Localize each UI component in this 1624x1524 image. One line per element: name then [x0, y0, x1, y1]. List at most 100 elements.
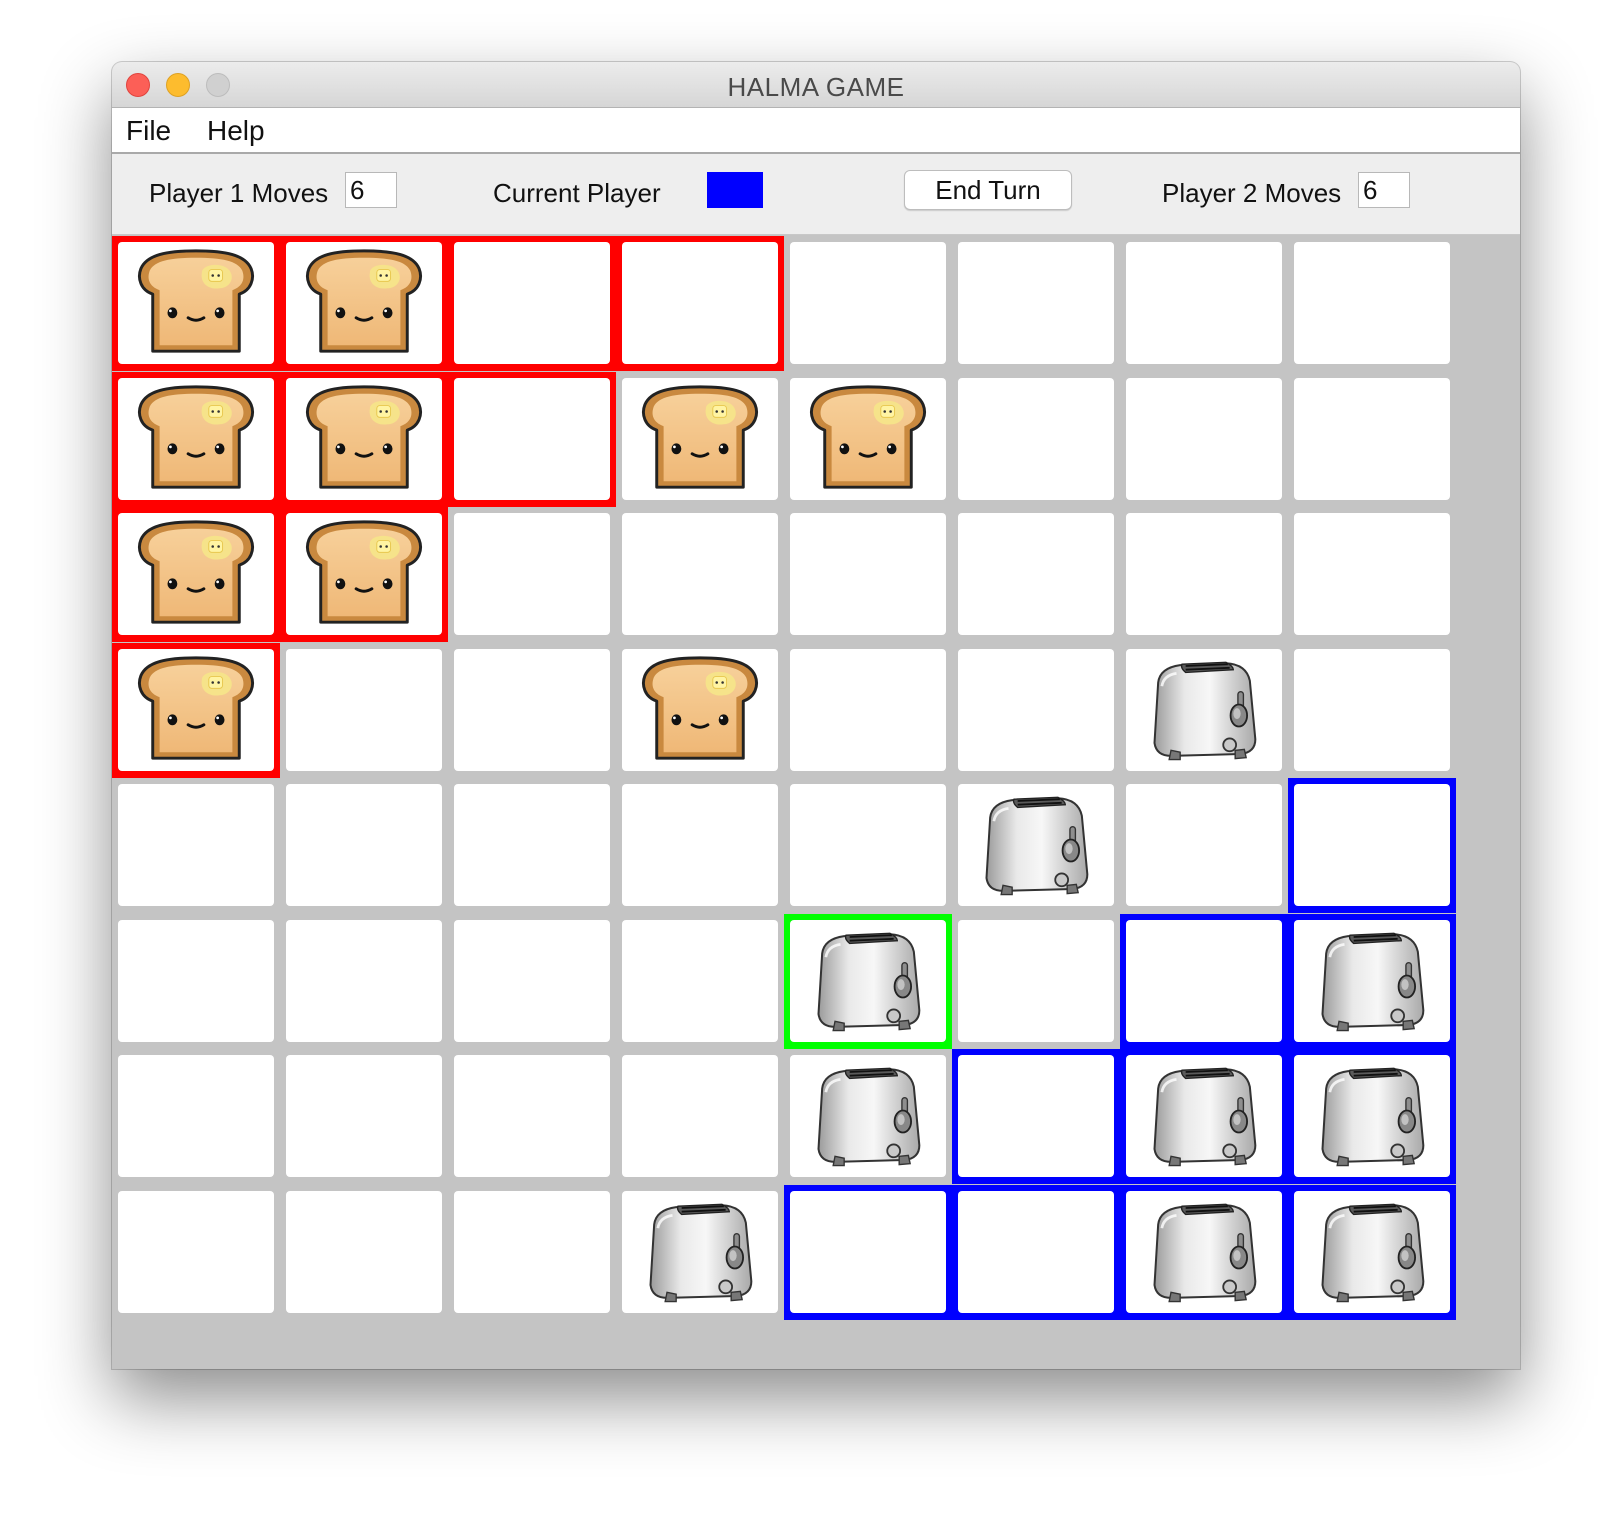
board-cell-r5-c8[interactable] — [1288, 778, 1456, 913]
toaster-icon[interactable] — [1145, 1197, 1263, 1307]
board-cell-r5-c4[interactable] — [616, 778, 784, 913]
board-cell-r1-c3[interactable] — [448, 236, 616, 371]
menu-help[interactable]: Help — [207, 115, 265, 147]
board-cell-r5-c2[interactable] — [280, 778, 448, 913]
toaster-icon[interactable] — [1145, 655, 1263, 765]
board-cell-r8-c7[interactable] — [1120, 1185, 1288, 1320]
board-cell-r6-c5[interactable] — [784, 914, 952, 1049]
board-cell-r2-c7[interactable] — [1120, 372, 1288, 507]
board-cell-r2-c1[interactable] — [112, 372, 280, 507]
board-cell-r4-c4[interactable] — [616, 643, 784, 778]
toast-icon[interactable] — [137, 655, 255, 765]
board-cell-r8-c4[interactable] — [616, 1185, 784, 1320]
board-cell-r8-c6[interactable] — [952, 1185, 1120, 1320]
toast-icon[interactable] — [137, 384, 255, 494]
board-cell-r7-c3[interactable] — [448, 1049, 616, 1184]
toaster-icon[interactable] — [809, 1061, 927, 1171]
board-cell-r6-c1[interactable] — [112, 914, 280, 1049]
toaster-icon[interactable] — [809, 926, 927, 1036]
player2-moves-field[interactable]: 6 — [1358, 172, 1410, 208]
toaster-icon[interactable] — [977, 790, 1095, 900]
board-cell-r3-c3[interactable] — [448, 507, 616, 642]
board-cell-r3-c4[interactable] — [616, 507, 784, 642]
board-cell-r7-c5[interactable] — [784, 1049, 952, 1184]
toaster-icon[interactable] — [641, 1197, 759, 1307]
board-cell-r3-c5[interactable] — [784, 507, 952, 642]
board-cell-r8-c2[interactable] — [280, 1185, 448, 1320]
board-cell-r8-c8[interactable] — [1288, 1185, 1456, 1320]
board-tile — [790, 1191, 946, 1313]
board-cell-r6-c7[interactable] — [1120, 914, 1288, 1049]
toast-icon[interactable] — [137, 248, 255, 358]
board-cell-r2-c8[interactable] — [1288, 372, 1456, 507]
board-cell-r7-c6[interactable] — [952, 1049, 1120, 1184]
game-window: HALMA GAME File Help Player 1 Moves 6 Cu… — [112, 62, 1520, 1369]
board-cell-r4-c3[interactable] — [448, 643, 616, 778]
board-cell-r5-c3[interactable] — [448, 778, 616, 913]
board-cell-r7-c8[interactable] — [1288, 1049, 1456, 1184]
toaster-icon[interactable] — [1313, 1197, 1431, 1307]
board-cell-r7-c2[interactable] — [280, 1049, 448, 1184]
board-cell-r2-c3[interactable] — [448, 372, 616, 507]
board-cell-r1-c4[interactable] — [616, 236, 784, 371]
board-cell-r5-c5[interactable] — [784, 778, 952, 913]
board-cell-r6-c3[interactable] — [448, 914, 616, 1049]
toast-icon[interactable] — [809, 384, 927, 494]
board-cell-r1-c1[interactable] — [112, 236, 280, 371]
board-tile — [958, 1191, 1114, 1313]
toaster-icon[interactable] — [1313, 1061, 1431, 1171]
board-cell-r3-c2[interactable] — [280, 507, 448, 642]
board-cell-r2-c6[interactable] — [952, 372, 1120, 507]
board-cell-r2-c5[interactable] — [784, 372, 952, 507]
board-tile — [1294, 920, 1450, 1042]
board-cell-r4-c5[interactable] — [784, 643, 952, 778]
toast-icon[interactable] — [305, 248, 423, 358]
board-cell-r4-c7[interactable] — [1120, 643, 1288, 778]
toaster-icon[interactable] — [1313, 926, 1431, 1036]
menu-file[interactable]: File — [126, 115, 171, 147]
board-cell-r4-c6[interactable] — [952, 643, 1120, 778]
board-cell-r4-c2[interactable] — [280, 643, 448, 778]
board-cell-r4-c1[interactable] — [112, 643, 280, 778]
end-turn-button[interactable]: End Turn — [904, 170, 1072, 210]
board-cell-r8-c3[interactable] — [448, 1185, 616, 1320]
board-cell-r1-c8[interactable] — [1288, 236, 1456, 371]
board-tile — [286, 1055, 442, 1177]
board-tile — [958, 513, 1114, 635]
board-cell-r2-c4[interactable] — [616, 372, 784, 507]
board-cell-r7-c4[interactable] — [616, 1049, 784, 1184]
board-cell-r3-c1[interactable] — [112, 507, 280, 642]
board-cell-r3-c7[interactable] — [1120, 507, 1288, 642]
toaster-icon[interactable] — [1145, 1061, 1263, 1171]
board-cell-r4-c8[interactable] — [1288, 643, 1456, 778]
board-cell-r8-c1[interactable] — [112, 1185, 280, 1320]
toast-icon[interactable] — [305, 519, 423, 629]
board-cell-r5-c6[interactable] — [952, 778, 1120, 913]
board-cell-r5-c7[interactable] — [1120, 778, 1288, 913]
board-cell-r8-c5[interactable] — [784, 1185, 952, 1320]
board-tile — [454, 784, 610, 906]
toast-icon[interactable] — [305, 384, 423, 494]
board-cell-r6-c4[interactable] — [616, 914, 784, 1049]
board-cell-r5-c1[interactable] — [112, 778, 280, 913]
board-cell-r6-c2[interactable] — [280, 914, 448, 1049]
board-cell-r1-c7[interactable] — [1120, 236, 1288, 371]
board-tile — [454, 1191, 610, 1313]
board-tile — [622, 242, 778, 364]
board-tile — [1294, 649, 1450, 771]
toast-icon[interactable] — [137, 519, 255, 629]
toast-icon[interactable] — [641, 655, 759, 765]
toast-icon[interactable] — [641, 384, 759, 494]
board-cell-r3-c6[interactable] — [952, 507, 1120, 642]
player1-moves-field[interactable]: 6 — [345, 172, 397, 208]
board-cell-r7-c7[interactable] — [1120, 1049, 1288, 1184]
board-cell-r6-c6[interactable] — [952, 914, 1120, 1049]
board-cell-r2-c2[interactable] — [280, 372, 448, 507]
board-cell-r6-c8[interactable] — [1288, 914, 1456, 1049]
board-tile — [118, 920, 274, 1042]
board-cell-r7-c1[interactable] — [112, 1049, 280, 1184]
board-cell-r1-c2[interactable] — [280, 236, 448, 371]
board-cell-r1-c5[interactable] — [784, 236, 952, 371]
board-cell-r1-c6[interactable] — [952, 236, 1120, 371]
board-cell-r3-c8[interactable] — [1288, 507, 1456, 642]
